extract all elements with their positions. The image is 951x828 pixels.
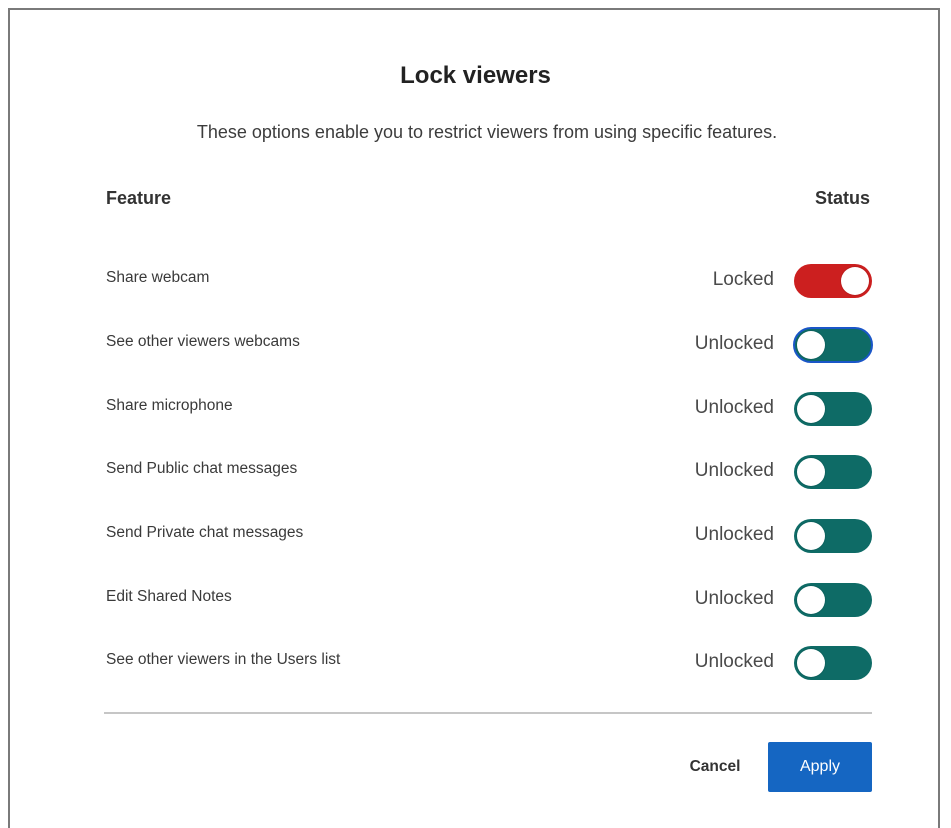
feature-label: See other viewers in the Users list (106, 651, 341, 668)
feature-row-private-chat: Send Private chat messages Unlocked (106, 516, 872, 556)
toggle-knob (797, 395, 825, 423)
status-text: Unlocked (694, 460, 774, 481)
dialog-title: Lock viewers (400, 62, 551, 89)
see-other-webcams-toggle[interactable] (793, 327, 873, 363)
status-text: Unlocked (694, 524, 774, 545)
public-chat-toggle[interactable] (794, 455, 872, 489)
feature-label: Share microphone (106, 397, 233, 414)
feature-label: Send Public chat messages (106, 460, 298, 477)
cancel-button[interactable]: Cancel (676, 752, 754, 782)
dialog-subtitle: These options enable you to restrict vie… (196, 122, 778, 142)
toggle-knob (841, 267, 869, 295)
feature-row-share-microphone: Share microphone Unlocked (106, 389, 872, 429)
feature-row-see-other-webcams: See other viewers webcams Unlocked (106, 325, 873, 365)
toggle-knob (797, 649, 825, 677)
apply-button[interactable]: Apply (768, 742, 872, 792)
status-column-header: Status (814, 188, 870, 208)
toggle-knob (797, 586, 825, 614)
private-chat-toggle[interactable] (794, 519, 872, 553)
status-text: Unlocked (694, 651, 774, 672)
feature-label: Edit Shared Notes (106, 588, 232, 605)
status-text: Unlocked (694, 333, 774, 354)
users-list-toggle[interactable] (794, 646, 872, 680)
feature-row-users-list: See other viewers in the Users list Unlo… (106, 643, 872, 683)
status-text: Locked (712, 269, 774, 290)
share-microphone-toggle[interactable] (794, 392, 872, 426)
shared-notes-toggle[interactable] (794, 583, 872, 617)
footer-divider (104, 712, 872, 714)
toggle-knob (797, 458, 825, 486)
feature-column-header: Feature (106, 188, 172, 208)
feature-label: Send Private chat messages (106, 524, 304, 541)
status-text: Unlocked (694, 588, 774, 609)
share-webcam-toggle[interactable] (794, 264, 872, 298)
feature-row-share-webcam: Share webcam Locked (106, 261, 872, 301)
toggle-knob (797, 331, 825, 359)
toggle-knob (797, 522, 825, 550)
feature-row-public-chat: Send Public chat messages Unlocked (106, 452, 872, 492)
feature-label: Share webcam (106, 269, 210, 286)
status-text: Unlocked (694, 397, 774, 418)
feature-label: See other viewers webcams (106, 333, 300, 350)
feature-row-shared-notes: Edit Shared Notes Unlocked (106, 580, 872, 620)
